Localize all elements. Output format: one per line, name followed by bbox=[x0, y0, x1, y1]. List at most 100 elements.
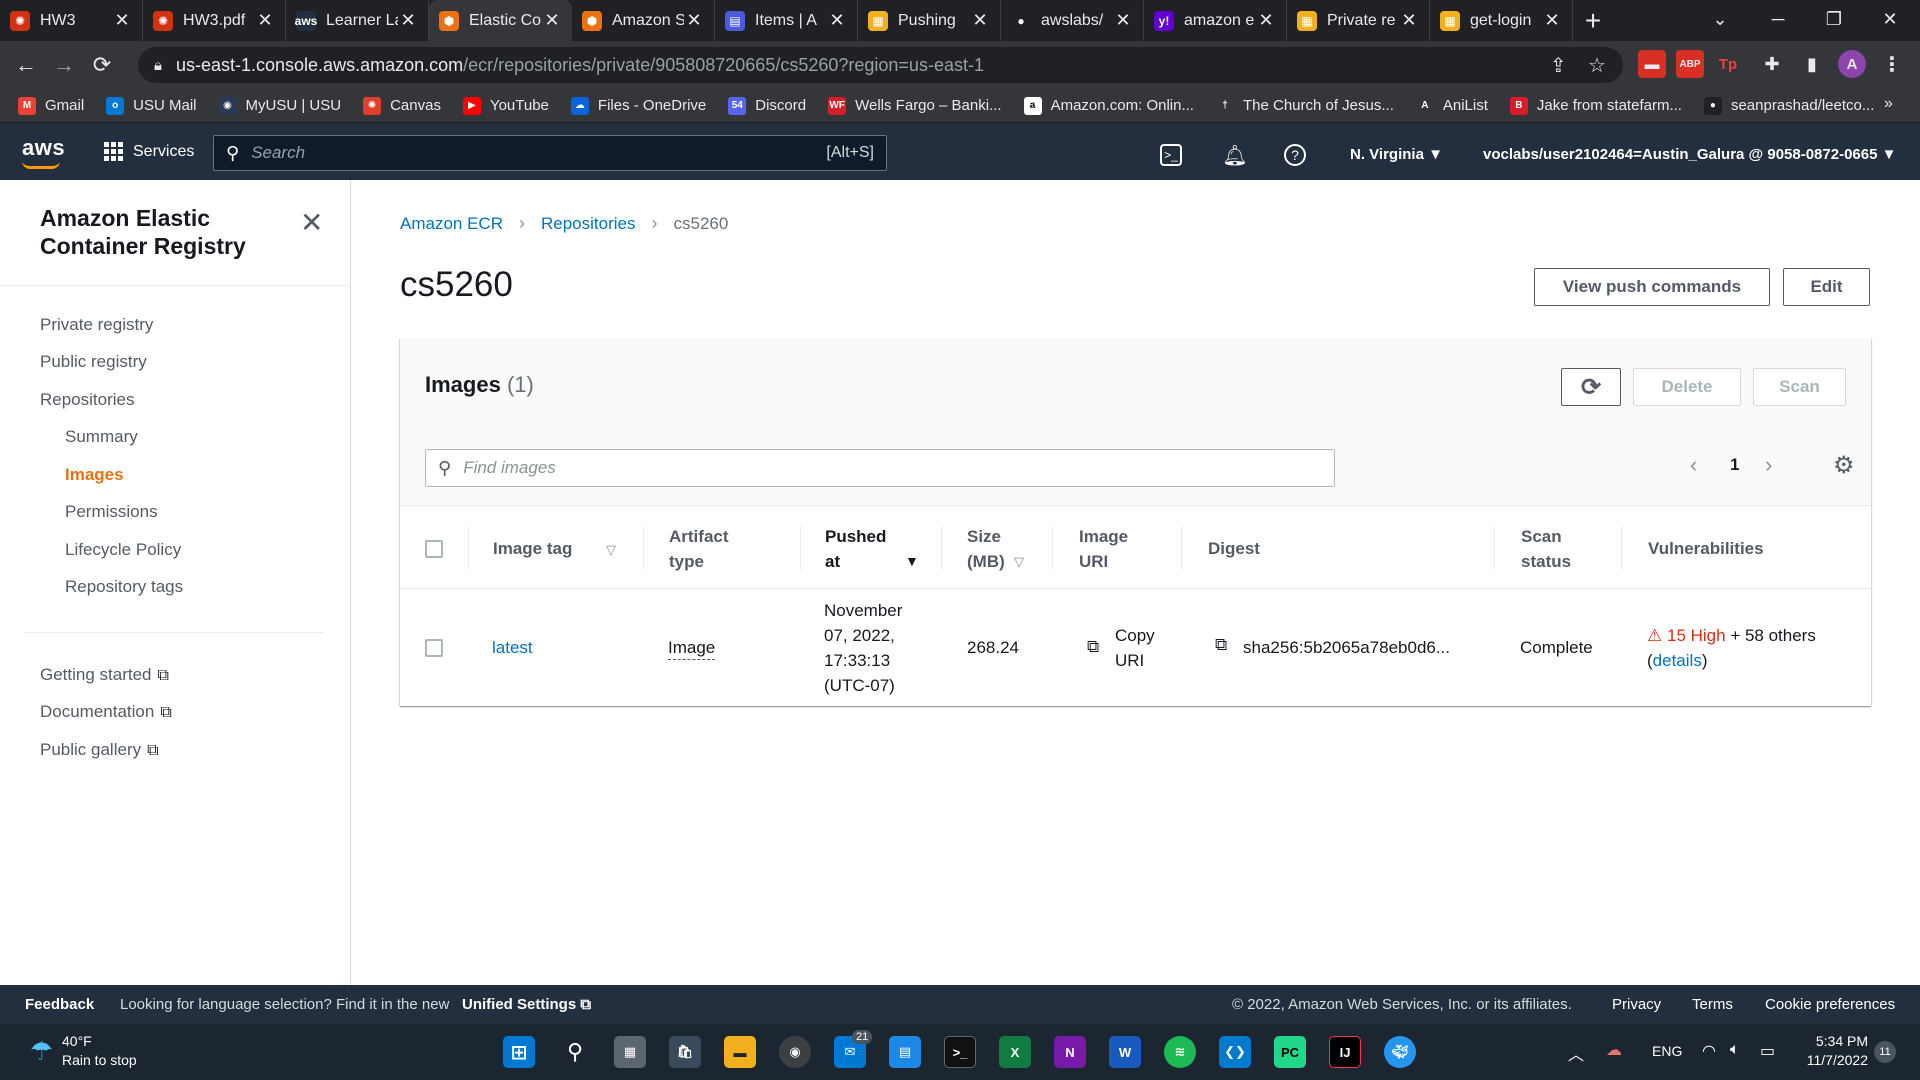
previous-page-icon[interactable]: ‹ bbox=[1690, 452, 1697, 478]
browser-menu-icon[interactable]: ⋮ bbox=[1878, 50, 1906, 78]
tray-cloud-icon[interactable]: ☁ bbox=[1606, 1040, 1622, 1060]
gear-icon[interactable]: ⚙ bbox=[1833, 451, 1855, 480]
aws-logo[interactable]: aws bbox=[22, 135, 65, 169]
page-number[interactable]: 1 bbox=[1730, 455, 1739, 475]
column-header-pushed-at[interactable]: Pushed at bbox=[825, 524, 886, 574]
windows-start-icon[interactable]: ⊞ bbox=[503, 1036, 535, 1068]
address-bar[interactable]: 🔒︎ us-east-1.console.aws.amazon.com/ecr/… bbox=[138, 47, 1623, 83]
select-all-checkbox[interactable] bbox=[425, 540, 443, 558]
copy-uri-button[interactable]: Copy URI bbox=[1115, 623, 1163, 673]
terms-link[interactable]: Terms bbox=[1692, 996, 1733, 1013]
column-header-vulnerabilities[interactable]: Vulnerabilities bbox=[1648, 536, 1764, 561]
browser-tab[interactable]: ● awslabs/ ✕ bbox=[1001, 0, 1144, 41]
browser-tab[interactable]: ✺ HW3 ✕ bbox=[0, 0, 143, 41]
search-icon[interactable]: ⚲ bbox=[559, 1036, 591, 1068]
bookmark-item[interactable]: ● seanprashad/leetco... bbox=[1703, 96, 1874, 115]
column-header-digest[interactable]: Digest bbox=[1208, 536, 1260, 561]
view-push-commands-button[interactable]: View push commands bbox=[1534, 268, 1770, 306]
docker-icon[interactable]: 🐳︎ bbox=[1384, 1036, 1416, 1068]
bookmark-item[interactable]: 54 Discord bbox=[728, 96, 806, 115]
notification-count[interactable]: 11 bbox=[1874, 1041, 1896, 1063]
close-tab-icon[interactable]: ✕ bbox=[970, 10, 990, 31]
onenote-icon[interactable]: N bbox=[1054, 1036, 1086, 1068]
close-tab-icon[interactable]: ✕ bbox=[1113, 10, 1133, 31]
cookie-preferences-link[interactable]: Cookie preferences bbox=[1765, 996, 1895, 1013]
close-tab-icon[interactable]: ✕ bbox=[684, 10, 704, 31]
aws-search-input[interactable] bbox=[251, 143, 792, 163]
side-panel-icon[interactable]: ▮ bbox=[1798, 50, 1826, 78]
bookmark-item[interactable]: ☁ Files - OneDrive bbox=[570, 96, 706, 115]
close-tab-icon[interactable]: ✕ bbox=[112, 10, 132, 31]
terminal-icon[interactable]: >_ bbox=[944, 1036, 976, 1068]
wifi-icon[interactable]: ◠ bbox=[1702, 1041, 1716, 1061]
scan-button[interactable]: Scan bbox=[1753, 368, 1846, 406]
bookmark-item[interactable]: A AniList bbox=[1415, 96, 1488, 115]
spotify-icon[interactable]: ≋ bbox=[1164, 1036, 1196, 1068]
close-tab-icon[interactable]: ✕ bbox=[1399, 10, 1419, 31]
close-tab-icon[interactable]: ✕ bbox=[398, 10, 418, 31]
aws-search-box[interactable]: ⚲ [Alt+S] bbox=[213, 135, 887, 171]
column-header-artifact-type[interactable]: Artifact type bbox=[669, 524, 749, 574]
sidebar-item-private-registry[interactable]: Private registry bbox=[40, 315, 153, 335]
cloudshell-icon[interactable]: >_ bbox=[1160, 144, 1182, 166]
tp-extension-icon[interactable]: Tp bbox=[1714, 50, 1742, 78]
sidebar-link-documentation[interactable]: Documentation ⧉ bbox=[40, 702, 172, 722]
bookmark-item[interactable]: o USU Mail bbox=[106, 96, 197, 115]
copy-icon[interactable]: ⧉ bbox=[1087, 637, 1099, 657]
vuln-details-link[interactable]: details bbox=[1653, 651, 1702, 670]
copy-icon[interactable]: ⧉ bbox=[1215, 635, 1227, 655]
sort-caret-icon[interactable]: ▽ bbox=[1014, 554, 1024, 570]
extensions-puzzle-icon[interactable]: ✚ bbox=[1758, 50, 1786, 78]
bookmark-item[interactable]: WF Wells Fargo – Banki... bbox=[828, 96, 1002, 115]
bookmark-item[interactable]: † The Church of Jesus... bbox=[1215, 96, 1394, 115]
close-tab-icon[interactable]: ✕ bbox=[542, 10, 562, 31]
browser-tab[interactable]: ▦ get-login ✕ bbox=[1430, 0, 1573, 41]
word-icon[interactable]: W bbox=[1109, 1036, 1141, 1068]
notepad-icon[interactable]: ▤ bbox=[889, 1036, 921, 1068]
weather-icon[interactable]: ☂ bbox=[30, 1036, 53, 1067]
intellij-icon[interactable]: IJ bbox=[1329, 1036, 1361, 1068]
sidebar-item-images[interactable]: Images bbox=[65, 465, 124, 485]
extension-badge-icon[interactable]: ▬ bbox=[1638, 50, 1666, 78]
browser-tab[interactable]: ▤ Items | A ✕ bbox=[715, 0, 858, 41]
clock-date[interactable]: 11/7/2022 bbox=[1800, 1052, 1868, 1068]
share-icon[interactable]: ⇪ bbox=[1550, 53, 1567, 78]
bookmarks-overflow-icon[interactable]: » bbox=[1884, 95, 1893, 113]
sidebar-item-lifecycle-policy[interactable]: Lifecycle Policy bbox=[65, 540, 181, 560]
clock-time[interactable]: 5:34 PM bbox=[1808, 1033, 1868, 1049]
notifications-bell-icon[interactable]: 🔔︎ bbox=[1222, 142, 1248, 168]
new-tab-button[interactable]: + bbox=[1573, 0, 1613, 41]
close-tab-icon[interactable]: ✕ bbox=[1256, 10, 1276, 31]
volume-icon[interactable]: 🔈︎ bbox=[1730, 1041, 1740, 1059]
breadcrumb-amazon-ecr[interactable]: Amazon ECR bbox=[400, 214, 503, 234]
calculator-icon[interactable]: ▦ bbox=[614, 1036, 646, 1068]
minimize-icon[interactable]: ─ bbox=[1750, 0, 1806, 38]
browser-tab[interactable]: aws Learner Lab✕ bbox=[286, 0, 429, 41]
sidebar-link-getting-started[interactable]: Getting started ⧉ bbox=[40, 665, 169, 685]
vscode-icon[interactable]: ❮❯ bbox=[1219, 1036, 1251, 1068]
sidebar-item-permissions[interactable]: Permissions bbox=[65, 502, 158, 522]
unified-settings-link[interactable]: Unified Settings ⧉ bbox=[462, 996, 591, 1013]
tray-chevron-up-icon[interactable]: ︿ bbox=[1568, 1041, 1584, 1065]
region-selector[interactable]: N. Virginia ▼ bbox=[1350, 146, 1443, 163]
column-header-image-uri[interactable]: Image URI bbox=[1079, 524, 1139, 574]
services-menu-button[interactable]: Services bbox=[104, 142, 194, 161]
next-page-icon[interactable]: › bbox=[1765, 452, 1772, 478]
file-explorer-icon[interactable]: ▬ bbox=[724, 1036, 756, 1068]
browser-tab[interactable]: ✺ HW3.pdf ✕ bbox=[143, 0, 286, 41]
pycharm-icon[interactable]: PC bbox=[1274, 1036, 1306, 1068]
tab-search-chevron-icon[interactable]: ⌄ bbox=[1692, 0, 1748, 38]
bookmark-star-icon[interactable]: ☆ bbox=[1588, 53, 1606, 78]
find-images-box[interactable]: ⚲ bbox=[425, 449, 1335, 487]
browser-tab[interactable]: ⬢ Amazon S ✕ bbox=[572, 0, 715, 41]
profile-avatar[interactable]: A bbox=[1838, 50, 1866, 78]
sidebar-link-public-gallery[interactable]: Public gallery ⧉ bbox=[40, 740, 159, 760]
sidebar-item-repositories[interactable]: Repositories bbox=[40, 390, 135, 410]
browser-tab[interactable]: ▦ Private re ✕ bbox=[1287, 0, 1430, 41]
close-tab-icon[interactable]: ✕ bbox=[255, 10, 275, 31]
feedback-link[interactable]: Feedback bbox=[25, 996, 94, 1013]
sidebar-item-public-registry[interactable]: Public registry bbox=[40, 352, 147, 372]
privacy-link[interactable]: Privacy bbox=[1612, 996, 1661, 1013]
back-icon[interactable]: ← bbox=[8, 47, 44, 83]
reload-icon[interactable]: ⟳ bbox=[84, 47, 120, 83]
